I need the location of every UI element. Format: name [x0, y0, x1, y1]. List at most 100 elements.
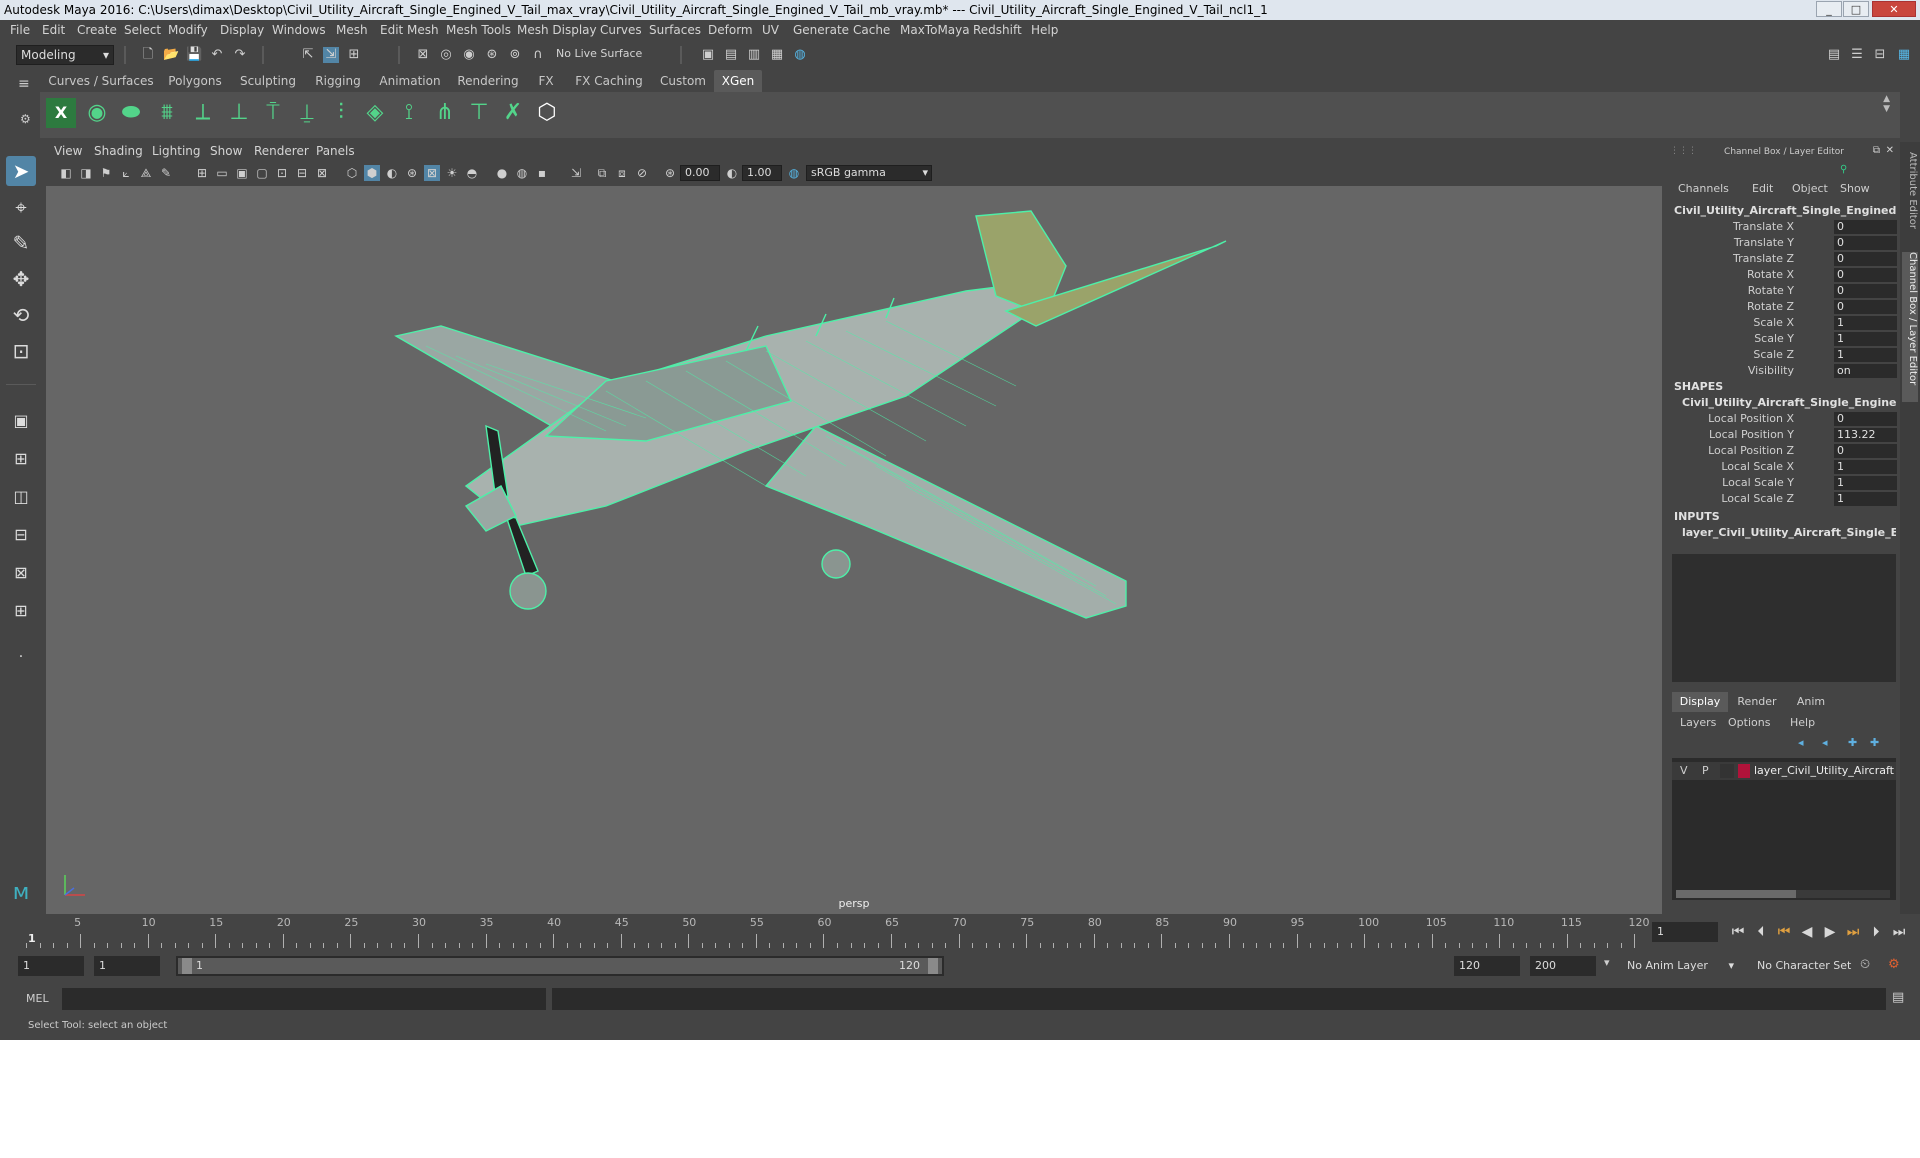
shadows-icon[interactable]: ◓ — [464, 165, 480, 181]
layer-menu-options[interactable]: Options — [1728, 716, 1770, 729]
xgen-clump-icon[interactable]: ⋔ — [430, 98, 460, 128]
tab-xgen[interactable]: XGen — [714, 70, 762, 92]
vp-menu-view[interactable]: View — [54, 144, 82, 158]
hypershade-icon[interactable]: ◍ — [792, 47, 808, 63]
tab-display[interactable]: Display — [1672, 692, 1728, 712]
grease-pencil-icon[interactable]: ✎ — [158, 165, 174, 181]
motion-blur-icon[interactable]: ⧈ — [614, 165, 630, 181]
current-frame-field[interactable]: 1 — [1652, 922, 1718, 942]
prev-key-icon[interactable]: ⏮ — [1774, 922, 1794, 942]
gamma-icon[interactable]: ◐ — [724, 165, 740, 181]
xray-icon[interactable]: ● — [494, 165, 510, 181]
layout-extra-icon[interactable]: ⊞ — [6, 596, 36, 626]
menu-uv[interactable]: UV — [762, 23, 779, 37]
mode-dropdown[interactable]: Modeling ▾ — [16, 45, 114, 65]
move-tool-icon[interactable]: ✥ — [6, 264, 36, 294]
mel-label[interactable]: MEL — [26, 992, 49, 1005]
tab-fx-caching[interactable]: FX Caching — [566, 70, 652, 92]
snap-grid-icon[interactable]: ⊠ — [415, 47, 431, 63]
menu-mesh[interactable]: Mesh — [336, 23, 368, 37]
cb-menu-object[interactable]: Object — [1792, 182, 1828, 195]
xgen-hex-icon[interactable]: ⬡ — [532, 98, 562, 128]
go-to-end-icon[interactable]: ⏭ — [1889, 922, 1909, 942]
channel-row[interactable]: Translate Y0 — [1668, 236, 1898, 250]
shelf-settings-icon[interactable]: ⚙ — [20, 112, 31, 126]
xgen-sculpt-guide-icon[interactable]: ⍑ — [258, 98, 288, 128]
textured-icon[interactable]: ⊠ — [424, 165, 440, 181]
shelf-menu-icon[interactable]: ≡ — [18, 76, 30, 92]
anim-layer-dropdown[interactable]: No Anim Layer ▾ — [1622, 956, 1738, 976]
tab-fx[interactable]: FX — [528, 70, 564, 92]
safe-action-icon[interactable]: ⊟ — [294, 165, 310, 181]
xgen-cut-icon[interactable]: ⟟ — [394, 98, 424, 128]
menu-windows[interactable]: Windows — [272, 23, 326, 37]
new-layer-selected-icon[interactable]: ✚ — [1870, 736, 1879, 749]
xgen-groom-icon[interactable]: ⩩ — [152, 98, 182, 128]
bookmark-icon[interactable]: ⚑ — [98, 165, 114, 181]
tab-rigging[interactable]: Rigging — [306, 70, 370, 92]
color-management-icon[interactable]: ◍ — [786, 165, 802, 181]
select-by-component-icon[interactable]: ⊞ — [346, 47, 362, 63]
menu-edit[interactable]: Edit — [42, 23, 65, 37]
channel-row[interactable]: Visibility on — [1668, 364, 1898, 378]
range-end-grip[interactable] — [928, 958, 938, 974]
menu-surfaces[interactable]: Surfaces — [649, 23, 701, 37]
panel-grip-icon[interactable]: ⋮⋮⋮ — [1670, 146, 1697, 156]
xgen-editor-icon[interactable]: X — [46, 98, 76, 128]
playback-end-field[interactable]: 120 — [1454, 956, 1520, 976]
wireframe-on-shaded-icon[interactable]: ⊛ — [404, 165, 420, 181]
render-settings-icon[interactable]: ▣ — [700, 47, 716, 63]
next-key-icon[interactable]: ⏭ — [1843, 922, 1863, 942]
xgen-density-icon[interactable]: ⫶ — [326, 98, 356, 128]
layer-row[interactable]: V P layer_Civil_Utility_Aircraft — [1672, 762, 1896, 780]
start-time-field[interactable]: 1 — [18, 956, 84, 976]
persp-graph-icon[interactable]: ⊠ — [6, 558, 36, 588]
move-layer-down-icon[interactable]: ◂ — [1822, 736, 1828, 749]
layer-type-toggle[interactable] — [1720, 764, 1734, 778]
tab-animation[interactable]: Animation — [372, 70, 448, 92]
tab-curves-surfaces[interactable]: Curves / Surfaces — [44, 70, 158, 92]
layout-more-icon[interactable]: · — [6, 642, 36, 672]
play-forward-icon[interactable]: ▶ — [1820, 922, 1840, 942]
layer-color-swatch[interactable] — [1738, 764, 1750, 778]
channel-row[interactable]: Rotate Y0 — [1668, 284, 1898, 298]
tab-polygons[interactable]: Polygons — [160, 70, 230, 92]
paint-select-icon[interactable]: ✎ — [6, 228, 36, 258]
layer-name[interactable]: layer_Civil_Utility_Aircraft — [1754, 764, 1894, 777]
layer-scrollbar-thumb[interactable] — [1676, 890, 1796, 898]
tab-custom[interactable]: Custom — [654, 70, 712, 92]
single-view-icon[interactable]: ▣ — [6, 406, 36, 436]
vp-menu-panels[interactable]: Panels — [316, 144, 355, 158]
channel-box-toggle-icon[interactable]: ▦ — [1896, 47, 1912, 63]
persp-outliner-icon[interactable]: ⊟ — [6, 520, 36, 550]
input-name[interactable]: layer_Civil_Utility_Aircraft_Single_Engi… — [1682, 526, 1896, 539]
move-layer-up-icon[interactable]: ◂ — [1798, 736, 1804, 749]
menu-display[interactable]: Display — [220, 23, 264, 37]
xray-components-icon[interactable]: ▪ — [534, 165, 550, 181]
shape-name[interactable]: Civil_Utility_Aircraft_Single_Engined_V.… — [1682, 396, 1896, 409]
xgen-add-guide-icon[interactable]: ⊥ — [224, 98, 254, 128]
workspace-icon[interactable]: ▤ — [1826, 47, 1842, 63]
channel-row[interactable]: Scale Z1 — [1668, 348, 1898, 362]
shape-channel-row[interactable]: Local Position Y 113.22 — [1668, 428, 1898, 442]
snap-curve-icon[interactable]: ◎ — [438, 47, 454, 63]
tab-render[interactable]: Render — [1730, 692, 1784, 712]
range-start-grip[interactable] — [182, 958, 192, 974]
cb-menu-show[interactable]: Show — [1840, 182, 1870, 195]
channel-row[interactable]: Scale Y1 — [1668, 332, 1898, 346]
channel-row[interactable]: Scale X1 — [1668, 316, 1898, 330]
four-view-icon[interactable]: ⊞ — [6, 444, 36, 474]
float-icon[interactable]: ⧉ — [1873, 145, 1880, 156]
xgen-collection-icon[interactable]: ⬬ — [116, 98, 146, 128]
attribute-editor-tab[interactable]: Attribute Editor — [1902, 152, 1918, 232]
vp-menu-shading[interactable]: Shading — [94, 144, 143, 158]
close-button[interactable]: ✕ — [1872, 1, 1916, 17]
layer-menu-help[interactable]: Help — [1790, 716, 1815, 729]
tab-rendering[interactable]: Rendering — [450, 70, 526, 92]
layer-scrollbar[interactable] — [1676, 890, 1890, 898]
menu-file[interactable]: File — [10, 23, 30, 37]
shape-channel-row[interactable]: Local Scale X1 — [1668, 460, 1898, 474]
menu-mesh-tools[interactable]: Mesh Tools — [446, 23, 511, 37]
close-panel-icon[interactable]: ✕ — [1886, 145, 1894, 156]
camera-attributes-icon[interactable]: ◨ — [78, 165, 94, 181]
